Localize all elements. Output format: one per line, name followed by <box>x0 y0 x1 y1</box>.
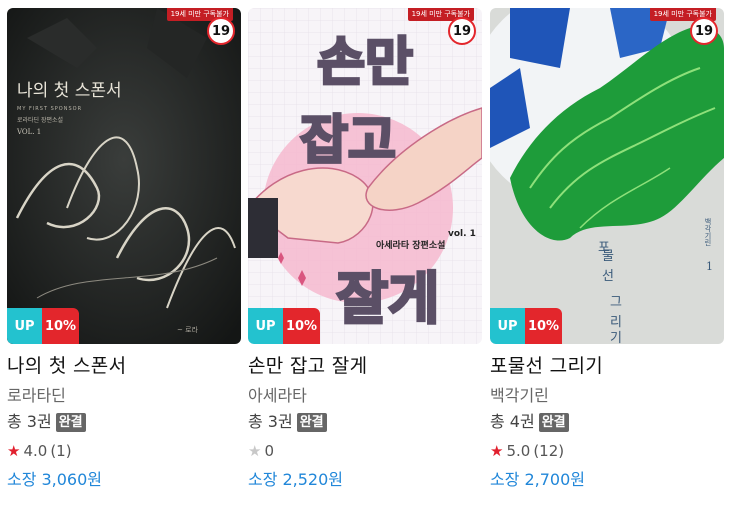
svg-text:잡고: 잡고 <box>300 111 396 171</box>
book-author[interactable]: 로라타딘 <box>7 386 241 406</box>
volume-info: 총 3권 완결 <box>7 412 241 432</box>
age-19-badge: 19 <box>690 17 718 45</box>
rating-score: 0 <box>264 442 274 460</box>
book-cover[interactable]: 손만 잡고 잘게 vol. 1 아세라타 장편소설 19세 미만 구독불가 19… <box>248 8 482 344</box>
svg-text:VOL. 1: VOL. 1 <box>16 128 41 136</box>
volume-info: 총 4권 완결 <box>490 412 724 432</box>
svg-text:리: 리 <box>610 315 622 330</box>
price: 소장 2,520원 <box>248 470 482 490</box>
price-value: 3,060원 <box>41 470 102 489</box>
svg-text:MY FIRST SPONSOR: MY FIRST SPONSOR <box>17 106 82 112</box>
rating: ★ 5.0 (12) <box>490 441 724 461</box>
rating-count: (1) <box>50 442 72 460</box>
age-19-badge: 19 <box>448 17 476 45</box>
svg-text:로라타딘 장편소설: 로라타딘 장편소설 <box>17 116 63 124</box>
rating-count: (12) <box>533 442 565 460</box>
book-title[interactable]: 나의 첫 스폰서 <box>7 353 241 379</box>
svg-text:기: 기 <box>610 331 622 344</box>
svg-text:선: 선 <box>602 269 614 284</box>
svg-text:물: 물 <box>602 249 614 264</box>
price-value: 2,520원 <box>282 470 343 489</box>
up-badge: UP <box>248 308 283 344</box>
age-19-badge: 19 <box>207 17 235 45</box>
complete-badge: 완결 <box>538 412 569 432</box>
price-value: 2,700원 <box>524 470 585 489</box>
book-title[interactable]: 손만 잡고 잘게 <box>248 353 482 379</box>
rating: ★ 4.0 (1) <box>7 441 241 461</box>
book-author[interactable]: 아세라타 <box>248 386 482 406</box>
rating-score: 4.0 <box>23 442 48 460</box>
volume-count: 총 3권 <box>248 412 293 431</box>
book-card-2[interactable]: 손만 잡고 잘게 vol. 1 아세라타 장편소설 19세 미만 구독불가 19… <box>248 8 482 514</box>
up-badge: UP <box>490 308 525 344</box>
cover-badges: UP 10% <box>248 308 320 344</box>
volume-count: 총 4권 <box>490 412 535 431</box>
cover-art: 포 물 선 그 리 기 백각기린 1 <box>490 8 724 344</box>
price: 소장 2,700원 <box>490 470 724 490</box>
volume-count: 총 3권 <box>7 412 52 431</box>
svg-text:~ 로라: ~ 로라 <box>177 325 199 334</box>
book-card-3[interactable]: 포 물 선 그 리 기 백각기린 1 19세 미만 구독불가 19 UP 10%… <box>490 8 724 514</box>
cover-vol: vol. 1 <box>448 229 476 239</box>
svg-text:잘게: 잘게 <box>336 267 439 332</box>
up-badge: UP <box>7 308 42 344</box>
cover-subtitle: 아세라타 장편소설 <box>376 239 445 251</box>
cover-vol: 1 <box>706 260 713 273</box>
rating: ★ 0 <box>248 441 482 461</box>
cover-badges: UP 10% <box>490 308 562 344</box>
rating-score: 5.0 <box>506 442 531 460</box>
book-title[interactable]: 포물선 그리기 <box>490 353 724 379</box>
price-label: 소장 <box>490 470 520 489</box>
discount-badge: 10% <box>42 308 79 344</box>
price-label: 소장 <box>7 470 37 489</box>
book-cover[interactable]: 나의 첫 스폰서 MY FIRST SPONSOR 로라타딘 장편소설 VOL.… <box>7 8 241 344</box>
price-label: 소장 <box>248 470 278 489</box>
star-icon: ★ <box>7 441 21 460</box>
svg-text:그: 그 <box>610 295 622 310</box>
cover-art: 나의 첫 스폰서 MY FIRST SPONSOR 로라타딘 장편소설 VOL.… <box>7 8 241 344</box>
cover-title-text: 나의 첫 스폰서 <box>17 81 122 101</box>
book-cover[interactable]: 포 물 선 그 리 기 백각기린 1 19세 미만 구독불가 19 UP 10% <box>490 8 724 344</box>
complete-badge: 완결 <box>55 412 86 432</box>
discount-badge: 10% <box>525 308 562 344</box>
price: 소장 3,060원 <box>7 470 241 490</box>
discount-badge: 10% <box>283 308 320 344</box>
book-card-1[interactable]: 나의 첫 스폰서 MY FIRST SPONSOR 로라타딘 장편소설 VOL.… <box>7 8 241 514</box>
cover-author: 백각기린 <box>704 217 712 246</box>
cover-badges: UP 10% <box>7 308 79 344</box>
volume-info: 총 3권 완결 <box>248 412 482 432</box>
complete-badge: 완결 <box>296 412 327 432</box>
cover-art: 손만 잡고 잘게 vol. 1 아세라타 장편소설 <box>248 8 482 344</box>
star-icon: ★ <box>248 441 262 460</box>
book-author[interactable]: 백각기린 <box>490 386 724 406</box>
svg-text:손만: 손만 <box>317 33 413 93</box>
star-icon: ★ <box>490 441 504 460</box>
